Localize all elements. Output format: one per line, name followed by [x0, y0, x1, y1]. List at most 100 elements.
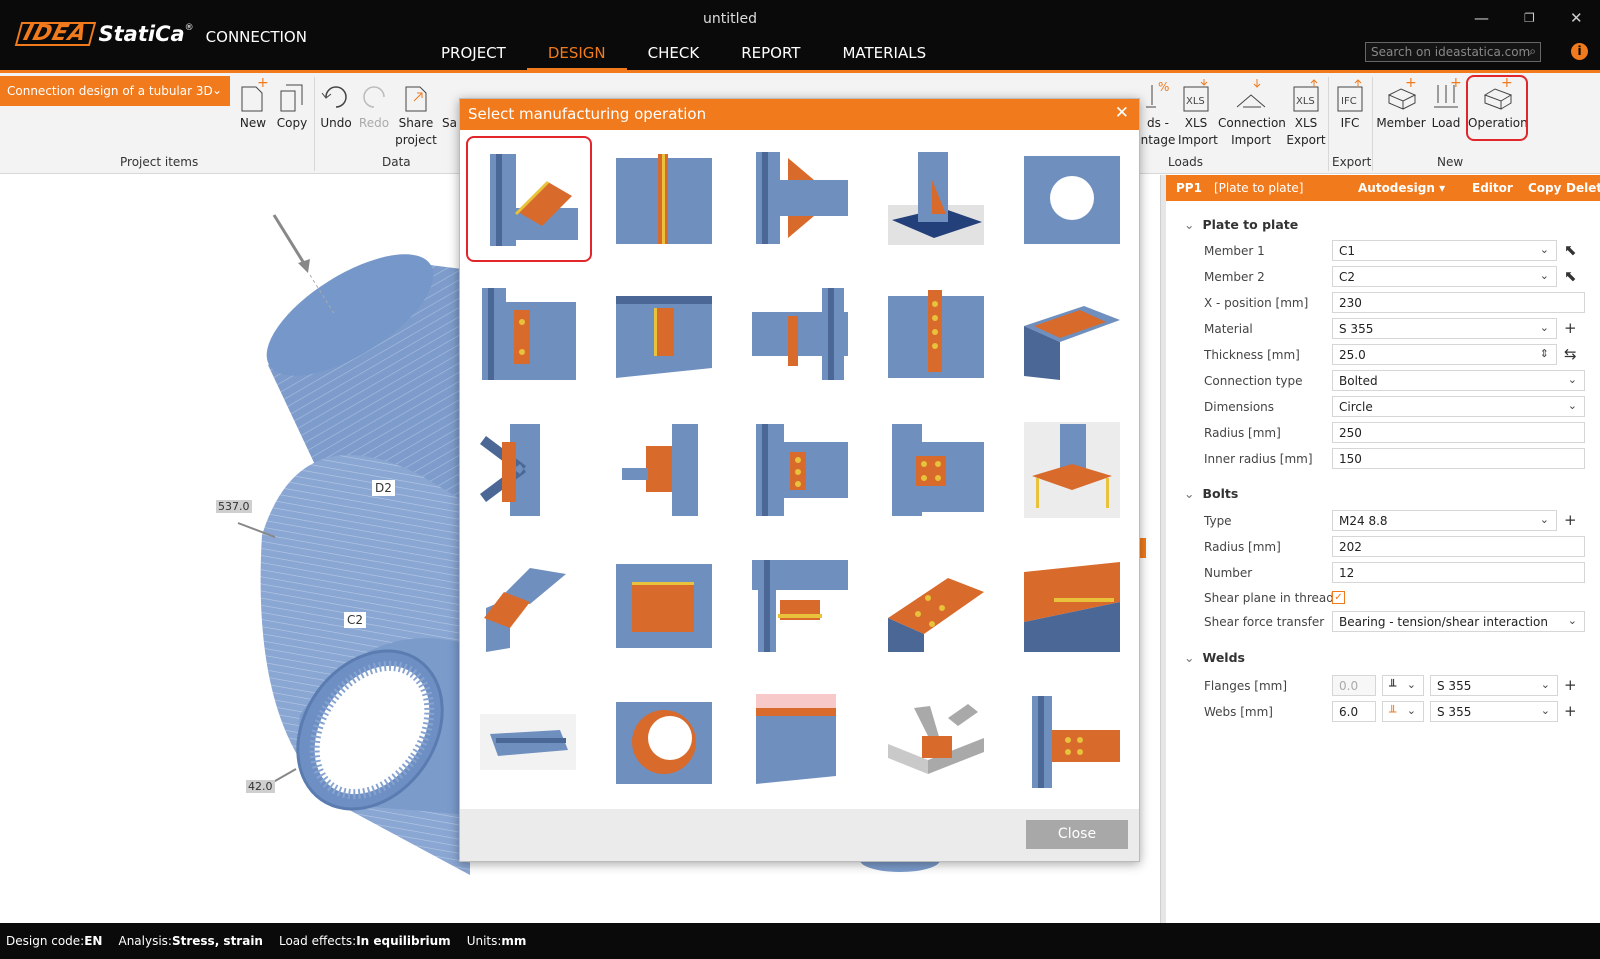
collapse-icon: ⌄	[1184, 217, 1195, 232]
swap-icon[interactable]: ⇆	[1564, 345, 1577, 363]
member-label: Member	[1376, 116, 1426, 130]
add-weld-icon[interactable]: +	[1564, 702, 1577, 720]
add-member-button[interactable]: + Member	[1376, 75, 1426, 132]
section-welds[interactable]: ⌄ Welds	[1184, 650, 1245, 665]
member-2-select[interactable]: C2 ⌄	[1332, 266, 1557, 287]
member-1-select[interactable]: C1 ⌄	[1332, 240, 1557, 261]
operation-tile-9[interactable]	[874, 272, 1000, 398]
xls-import-button[interactable]: XLS XLS Import	[1178, 77, 1218, 149]
copy-operation-button[interactable]: Copy	[1528, 181, 1561, 195]
weld-type-icon: ╨	[1389, 705, 1397, 719]
operation-tile-24[interactable]	[874, 680, 1000, 806]
operation-thumbnail	[1024, 562, 1120, 652]
operation-tile-1[interactable]	[466, 136, 592, 262]
bolt-number-input[interactable]: 12	[1332, 562, 1585, 583]
operation-tile-11[interactable]	[466, 408, 592, 534]
operation-tile-10[interactable]	[1010, 272, 1136, 398]
share-project-button[interactable]: Share project	[394, 77, 438, 149]
connection-import-button[interactable]: Connection Import	[1218, 77, 1286, 149]
operation-tile-14[interactable]	[874, 408, 1000, 534]
add-weld-icon[interactable]: +	[1564, 676, 1577, 694]
operation-tile-19[interactable]	[874, 544, 1000, 670]
menu-materials[interactable]: MATERIALS	[821, 42, 947, 70]
add-material-icon[interactable]: +	[1564, 319, 1577, 337]
pick-cursor-icon[interactable]: ⬉	[1564, 241, 1577, 259]
pick-cursor-icon[interactable]: ⬉	[1564, 267, 1577, 285]
close-window-icon[interactable]: ✕	[1570, 9, 1583, 27]
operation-tile-5[interactable]	[1010, 136, 1136, 262]
ifc-export-button[interactable]: IFC IFC	[1332, 77, 1368, 132]
operation-tile-8[interactable]	[738, 272, 864, 398]
web-weld-thickness[interactable]: 6.0	[1332, 701, 1376, 722]
menu-check[interactable]: CHECK	[627, 42, 721, 70]
add-bolt-icon[interactable]: +	[1564, 511, 1577, 529]
new-button[interactable]: + New	[236, 75, 270, 132]
copy-button[interactable]: Copy	[274, 77, 310, 132]
radius-input[interactable]: 250	[1332, 422, 1585, 443]
search-input[interactable]: Search on ideastatica.com ⌕	[1365, 42, 1541, 62]
flange-weld-thickness[interactable]: 0.0	[1332, 675, 1376, 696]
section-bolts[interactable]: ⌄ Bolts	[1184, 486, 1238, 501]
dialog-footer: Close	[460, 809, 1139, 861]
operation-tile-18[interactable]	[738, 544, 864, 670]
svg-text:+: +	[257, 77, 269, 91]
info-icon[interactable]: i	[1571, 43, 1588, 60]
web-weld-type-select[interactable]: ╨ ⌄	[1382, 701, 1424, 722]
project-item-dropdown[interactable]: Connection design of a tubular 3D ⌄	[0, 76, 230, 106]
weld-type-icon: ╨	[1389, 679, 1397, 693]
dimensions-select[interactable]: Circle ⌄	[1332, 396, 1585, 417]
connection-type-select[interactable]: Bolted ⌄	[1332, 370, 1585, 391]
operation-thumbnail	[616, 154, 712, 244]
shear-force-transfer-select[interactable]: Bearing - tension/shear interaction ⌄	[1332, 611, 1585, 632]
operation-tile-17[interactable]	[602, 544, 728, 670]
menu-project[interactable]: PROJECT	[420, 42, 527, 70]
operation-tile-15[interactable]	[1010, 408, 1136, 534]
operation-tile-22[interactable]	[602, 680, 728, 806]
operation-tile-6[interactable]	[466, 272, 592, 398]
operation-tile-4[interactable]	[874, 136, 1000, 262]
loads-button[interactable]: % ds - ntage	[1140, 77, 1176, 149]
flange-weld-material-select[interactable]: S 355 ⌄	[1430, 675, 1558, 696]
save-button[interactable]: Sa	[442, 77, 457, 132]
menu-report[interactable]: REPORT	[720, 42, 821, 70]
redo-button[interactable]: Redo	[356, 77, 392, 132]
minimize-icon[interactable]: —	[1474, 9, 1489, 27]
operation-tile-2[interactable]	[602, 136, 728, 262]
x-position-input[interactable]: 230	[1332, 292, 1585, 313]
operation-tile-25[interactable]	[1010, 680, 1136, 806]
add-load-button[interactable]: + Load	[1428, 75, 1464, 132]
editor-button[interactable]: Editor	[1472, 181, 1513, 195]
member-icon: +	[1385, 75, 1417, 113]
operation-tile-23[interactable]	[738, 680, 864, 806]
menu-design[interactable]: DESIGN	[526, 42, 627, 72]
bolt-type-select[interactable]: M24 8.8 ⌄	[1332, 510, 1557, 531]
inner-radius-input[interactable]: 150	[1332, 448, 1585, 469]
close-icon[interactable]: ✕	[1115, 103, 1129, 123]
thickness-stepper[interactable]: 25.0 ⇕	[1332, 344, 1557, 365]
shear-plane-checkbox[interactable]: ✓	[1332, 591, 1345, 604]
section-plate-to-plate[interactable]: ⌄ Plate to plate	[1184, 217, 1298, 232]
undo-button[interactable]: Undo	[318, 77, 354, 132]
restore-icon[interactable]: ❐	[1524, 11, 1535, 25]
close-button[interactable]: Close	[1026, 820, 1128, 849]
operation-tile-7[interactable]	[602, 272, 728, 398]
autodesign-button[interactable]: Autodesign ▾	[1358, 181, 1445, 195]
operation-tile-3[interactable]	[738, 136, 864, 262]
operation-tile-20[interactable]	[1010, 544, 1136, 670]
operation-tile-16[interactable]	[466, 544, 592, 670]
web-weld-material-select[interactable]: S 355 ⌄	[1430, 701, 1558, 722]
operation-tile-12[interactable]	[602, 408, 728, 534]
delete-operation-button[interactable]: Delete	[1566, 181, 1600, 195]
group-project-items: Project items	[120, 155, 199, 169]
operation-tile-13[interactable]	[738, 408, 864, 534]
xls-export-icon: XLS	[1290, 77, 1322, 113]
operation-tile-21[interactable]	[466, 680, 592, 806]
operation-highlight	[1466, 75, 1528, 141]
material-select[interactable]: S 355 ⌄	[1332, 318, 1557, 339]
project-item-value: Connection design of a tubular 3D	[7, 84, 213, 98]
member-label-d2: D2	[372, 480, 395, 496]
xls-export-button[interactable]: XLS XLS Export	[1286, 77, 1326, 149]
search-icon[interactable]: ⌕	[1529, 44, 1536, 59]
flange-weld-type-select[interactable]: ╨ ⌄	[1382, 675, 1424, 696]
bolt-radius-input[interactable]: 202	[1332, 536, 1585, 557]
